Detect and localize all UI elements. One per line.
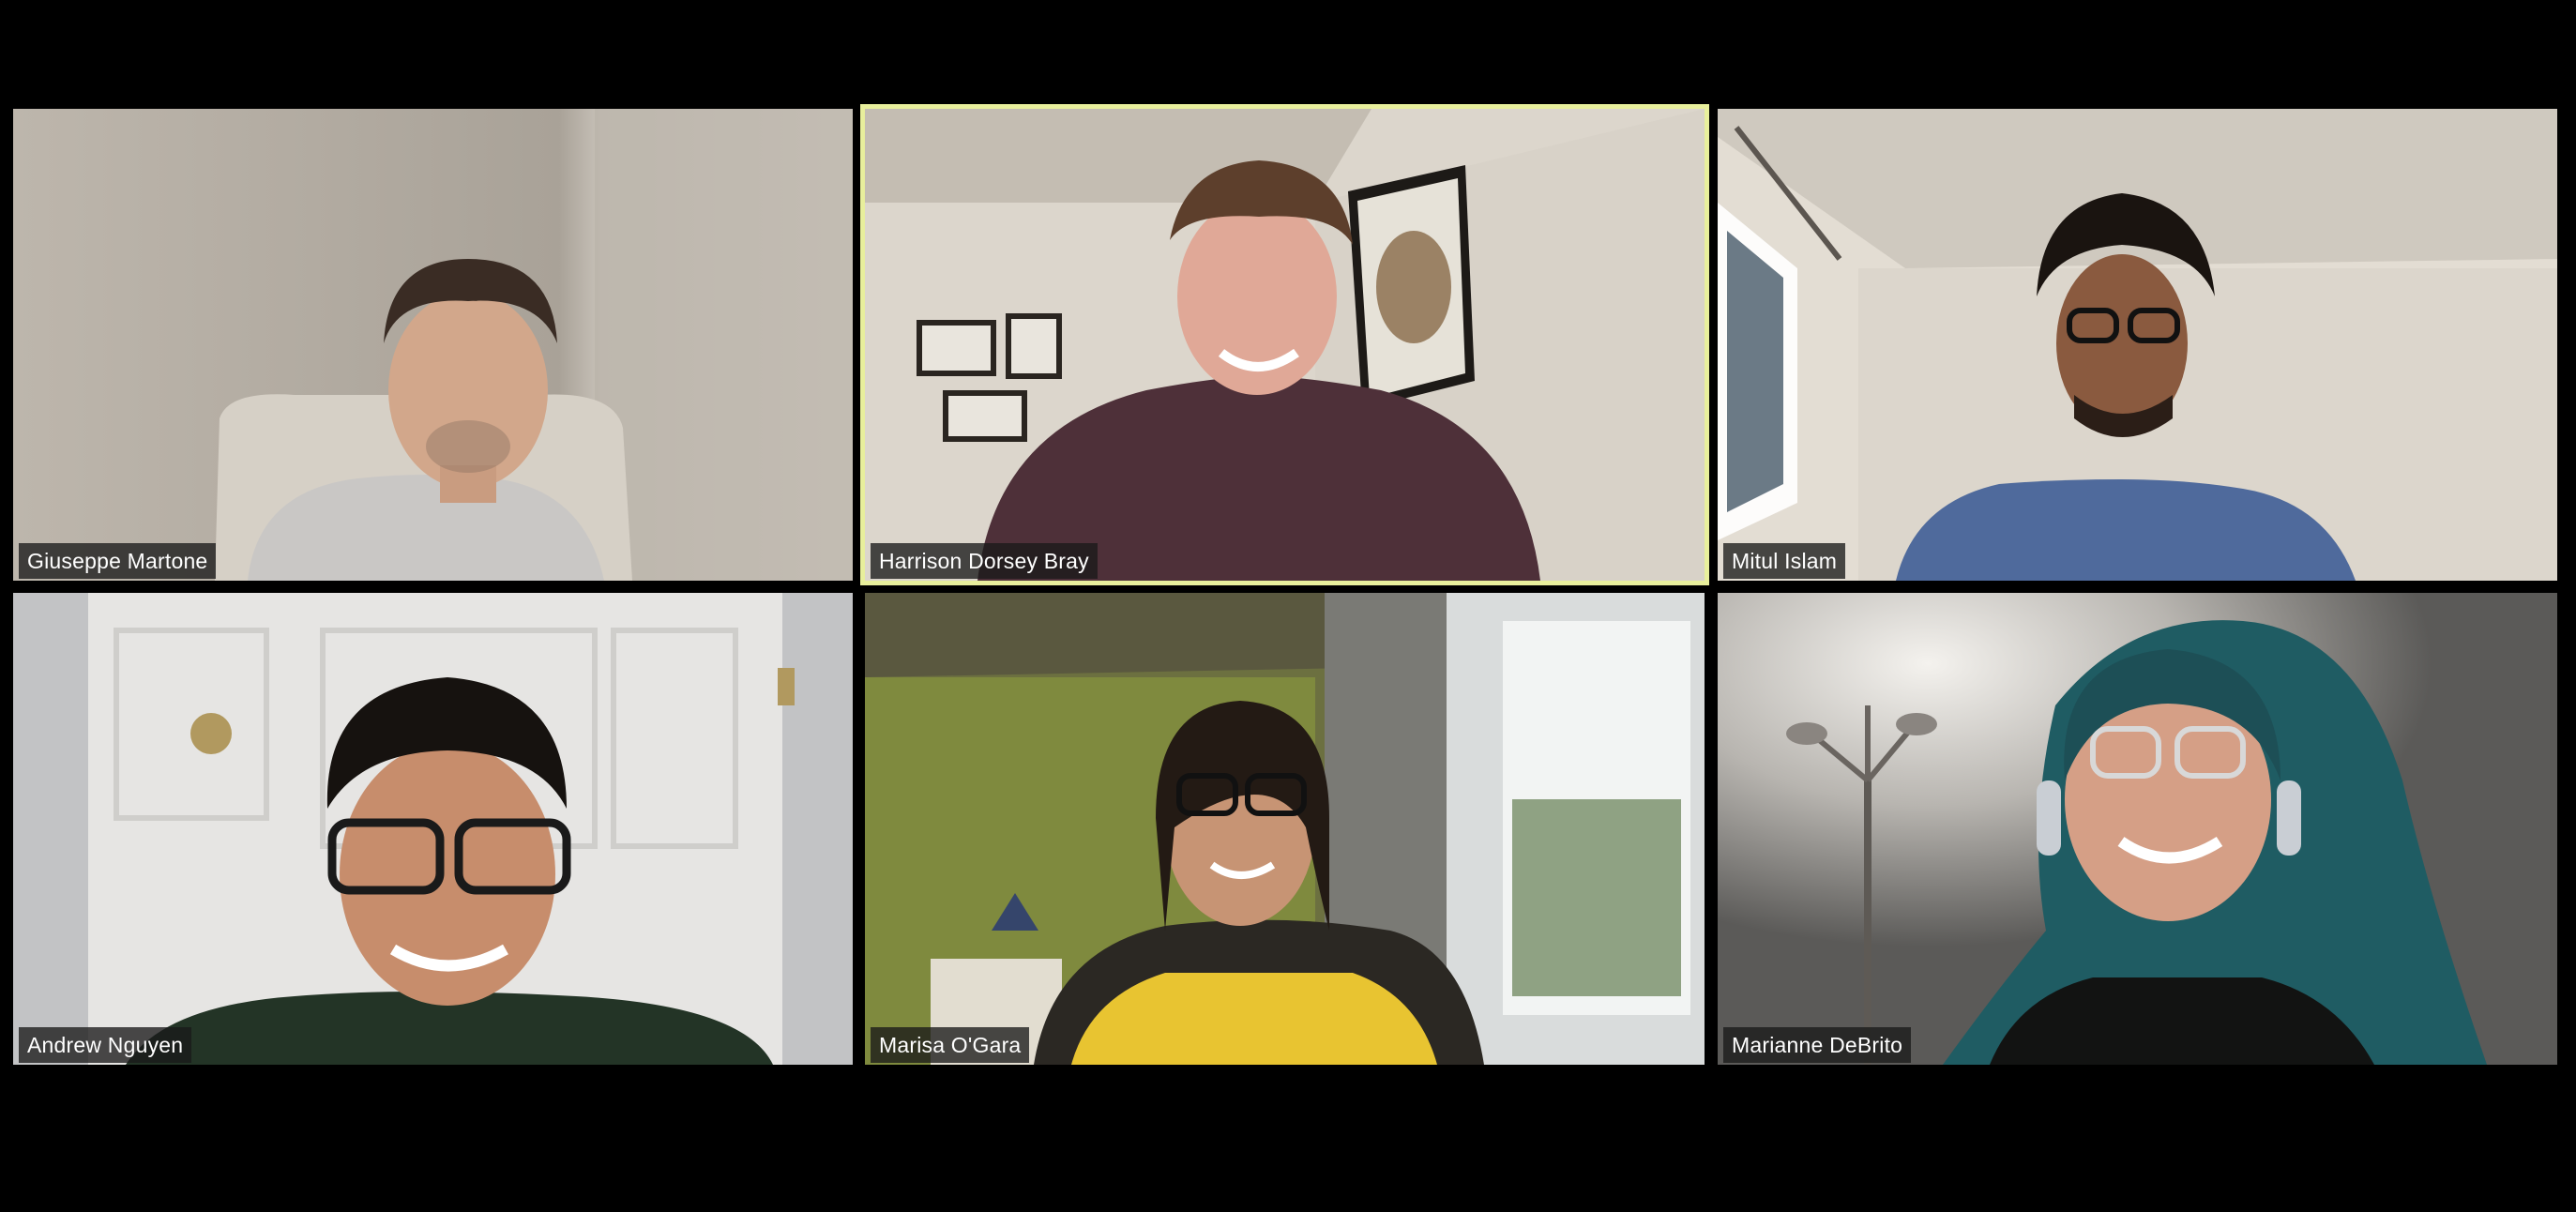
participant-name-label: Andrew Nguyen xyxy=(19,1027,192,1063)
participant-video-feed xyxy=(1718,593,2557,1065)
participant-name-label: Harrison Dorsey Bray xyxy=(871,543,1098,579)
participant-name-label: Mitul Islam xyxy=(1723,543,1846,579)
participant-video-feed xyxy=(13,109,853,581)
participant-name-label: Giuseppe Martone xyxy=(19,543,217,579)
participant-video-feed xyxy=(13,593,853,1065)
participant-video-tile[interactable]: Giuseppe Martone xyxy=(13,109,853,581)
participant-video-tile[interactable]: Marianne DeBrito xyxy=(1718,593,2557,1065)
participant-name-label: Marisa O'Gara xyxy=(871,1027,1030,1063)
participant-video-tile[interactable]: Marisa O'Gara xyxy=(865,593,1705,1065)
participant-video-tile[interactable]: Mitul Islam xyxy=(1718,109,2557,581)
video-gallery: Giuseppe Martone Harrison Dorsey Bray Mi… xyxy=(0,0,2576,1212)
participant-video-feed xyxy=(865,593,1705,1065)
participant-name-label: Marianne DeBrito xyxy=(1723,1027,1912,1063)
participant-video-tile-active-speaker[interactable]: Harrison Dorsey Bray xyxy=(860,104,1709,585)
participant-video-tile[interactable]: Andrew Nguyen xyxy=(13,593,853,1065)
participant-video-feed xyxy=(1718,109,2557,581)
participant-video-feed xyxy=(865,109,1705,581)
